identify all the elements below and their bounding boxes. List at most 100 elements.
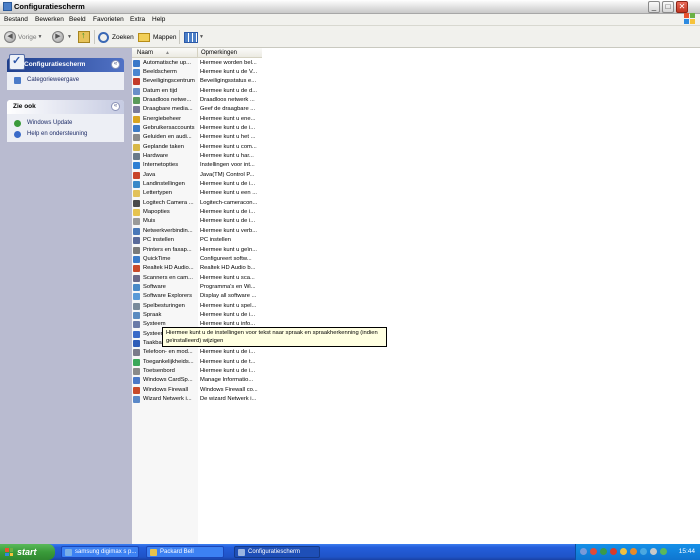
- network-icon[interactable]: [660, 548, 667, 555]
- list-item[interactable]: Internetopties Instellingen voor int...: [132, 161, 272, 170]
- list-item[interactable]: QuickTime Configureert softw...: [132, 255, 272, 264]
- volume-icon[interactable]: [650, 548, 657, 555]
- list-item[interactable]: Draadloos netwe... Draadloos netwerk ...: [132, 96, 272, 105]
- list-item[interactable]: Draagbare media... Geef de draagbare ...: [132, 105, 272, 114]
- tray-icon[interactable]: [630, 548, 637, 555]
- forward-button[interactable]: ▶ ▼: [52, 30, 72, 44]
- list-item[interactable]: PC instellen PC instellen: [132, 236, 272, 245]
- system-tray: 15:44: [575, 544, 700, 560]
- collapse-icon[interactable]: «: [111, 60, 120, 69]
- menu-help[interactable]: Help: [152, 16, 165, 23]
- list-item[interactable]: Java Java(TM) Control P...: [132, 171, 272, 180]
- control-panel-header[interactable]: Configuratiescherm «: [7, 54, 124, 72]
- item-icon: [133, 199, 140, 207]
- list-item[interactable]: Muis Hiermee kunt u de i...: [132, 217, 272, 226]
- list-item[interactable]: Printers en faxap... Hiermee kunt u geïn.…: [132, 246, 272, 255]
- list-item[interactable]: Telefoon- en mod... Hiermee kunt u de i..…: [132, 348, 272, 357]
- list-item[interactable]: Hardware Hiermee kunt u har...: [132, 152, 272, 161]
- list-item[interactable]: Windows Firewall Windows Firewall co...: [132, 386, 272, 395]
- up-folder-button[interactable]: [78, 30, 90, 44]
- menu-extra[interactable]: Extra: [130, 16, 145, 23]
- minimize-button[interactable]: _: [648, 1, 660, 13]
- back-button[interactable]: ◀ Vorige ▼: [4, 30, 42, 44]
- menu-beeld[interactable]: Beeld: [69, 16, 86, 23]
- tray-icon[interactable]: [590, 548, 597, 555]
- list-item[interactable]: Spraak Hiermee kunt u de i...: [132, 311, 272, 320]
- help-support-link[interactable]: Help en ondersteuning: [7, 129, 124, 140]
- item-comment: Draadloos netwerk ...: [200, 96, 255, 103]
- taskbar-item-samsung[interactable]: samsung digimax s p...: [61, 546, 139, 558]
- item-name: Geluiden en audi...: [143, 134, 192, 141]
- list-item[interactable]: Toetsenbord Hiermee kunt u de i...: [132, 367, 272, 376]
- item-name: Windows CardSp...: [143, 377, 193, 384]
- list-item[interactable]: Landinstellingen Hiermee kunt u de i...: [132, 180, 272, 189]
- control-panel-list[interactable]: Naam ▲ Opmerkingen Automatische up... Hier…: [132, 48, 700, 544]
- list-item[interactable]: Software Explorers Display all software .…: [132, 292, 272, 301]
- item-comment: Hiermee kunt u spel...: [200, 302, 257, 309]
- collapse-icon[interactable]: «: [111, 102, 120, 111]
- tray-icon[interactable]: [640, 548, 647, 555]
- item-comment: Realtek HD Audio b...: [200, 265, 256, 272]
- list-item[interactable]: Realtek HD Audio... Realtek HD Audio b...: [132, 264, 272, 273]
- item-name: Hardware: [143, 153, 169, 159]
- folders-button[interactable]: Mappen: [138, 30, 177, 44]
- item-icon: [133, 321, 140, 329]
- item-icon: [133, 59, 140, 67]
- see-also-header[interactable]: Zie ook «: [7, 100, 124, 114]
- list-item[interactable]: Toegankelijkheids... Hiermee kunt u de t.…: [132, 358, 272, 367]
- menu-favorieten[interactable]: Favorieten: [93, 16, 124, 23]
- menu-bewerken[interactable]: Bewerken: [35, 16, 64, 23]
- menu-bestand[interactable]: Bestand: [4, 16, 28, 23]
- list-item[interactable]: Wizard Netwerk i... De wizard Netwerk i..…: [132, 395, 272, 404]
- sort-arrow-icon: ▲: [165, 50, 170, 56]
- search-button[interactable]: Zoeken: [98, 30, 134, 44]
- item-icon: [133, 227, 140, 235]
- taskbar-item-packard-bell[interactable]: Packard Bell: [146, 546, 224, 558]
- item-comment: Programma's en Wi...: [200, 283, 256, 290]
- list-item[interactable]: Netwerkverbindin... Hiermee kunt u verb..…: [132, 227, 272, 236]
- views-button[interactable]: ▼: [184, 30, 204, 44]
- folder-icon: [150, 549, 157, 556]
- maximize-button[interactable]: □: [662, 1, 674, 13]
- item-icon: [133, 293, 140, 301]
- column-header-comments[interactable]: Opmerkingen: [198, 48, 262, 58]
- list-item[interactable]: Spelbesturingen Hiermee kunt u spel...: [132, 302, 272, 311]
- item-icon: [133, 340, 140, 347]
- windows-update-link[interactable]: Windows Update: [7, 118, 124, 129]
- search-icon: [98, 31, 109, 43]
- list-item[interactable]: Software Programma's en Wi...: [132, 283, 272, 292]
- list-item[interactable]: Scanners en cam... Hiermee kunt u sca...: [132, 274, 272, 283]
- start-button[interactable]: start: [0, 544, 55, 560]
- item-name: Internetopties: [143, 162, 179, 169]
- help-support-label: Help en ondersteuning: [27, 131, 88, 137]
- close-button[interactable]: ✕: [676, 1, 688, 13]
- item-name: Draagbare media...: [143, 106, 193, 113]
- item-comment: De wizard Netwerk i...: [200, 396, 257, 403]
- list-item[interactable]: Lettertypen Hiermee kunt u een ...: [132, 189, 272, 198]
- list-item[interactable]: Datum en tijd Hiermee kunt u de d...: [132, 87, 272, 96]
- item-icon: [133, 143, 140, 151]
- tray-icon[interactable]: [610, 548, 617, 555]
- list-item[interactable]: Beeldscherm Hiermee kunt u de V...: [132, 68, 272, 77]
- item-icon: [133, 283, 140, 291]
- list-item[interactable]: Geluiden en audi... Hiermee kunt u het ..…: [132, 133, 272, 142]
- category-view-link[interactable]: Categorieweergave: [7, 75, 124, 86]
- list-item[interactable]: Windows CardSp... Manage Informatio...: [132, 376, 272, 385]
- title-bar[interactable]: Configuratiescherm _ □ ✕: [0, 0, 700, 14]
- list-item[interactable]: Mapopties Hiermee kunt u de i...: [132, 208, 272, 217]
- item-name: Windows Firewall: [143, 386, 189, 393]
- tray-icon[interactable]: [620, 548, 627, 555]
- list-item[interactable]: Logitech Camera ... Logitech-cameracon...: [132, 199, 272, 208]
- tray-icon[interactable]: [600, 548, 607, 555]
- taskbar-item-control-panel[interactable]: Configuratiescherm: [234, 546, 320, 558]
- taskbar: start samsung digimax s p... Packard Bel…: [0, 544, 700, 560]
- column-header-name[interactable]: Naam ▲: [132, 48, 198, 58]
- list-item[interactable]: Beveiligingscentrum Beveiligingsstatus e.…: [132, 77, 272, 86]
- item-comment: Geef de draagbare ...: [200, 106, 256, 113]
- list-item[interactable]: Geplande taken Hiermee kunt u com...: [132, 143, 272, 152]
- list-item[interactable]: Automatische up... Hiermee worden bel...: [132, 59, 272, 68]
- tray-icon[interactable]: [580, 548, 587, 555]
- list-item[interactable]: Gebruikersaccounts Hiermee kunt u de i...: [132, 124, 272, 133]
- item-name: Geplande taken: [143, 143, 184, 150]
- list-item[interactable]: Energiebeheer Hiermee kunt u ene...: [132, 115, 272, 124]
